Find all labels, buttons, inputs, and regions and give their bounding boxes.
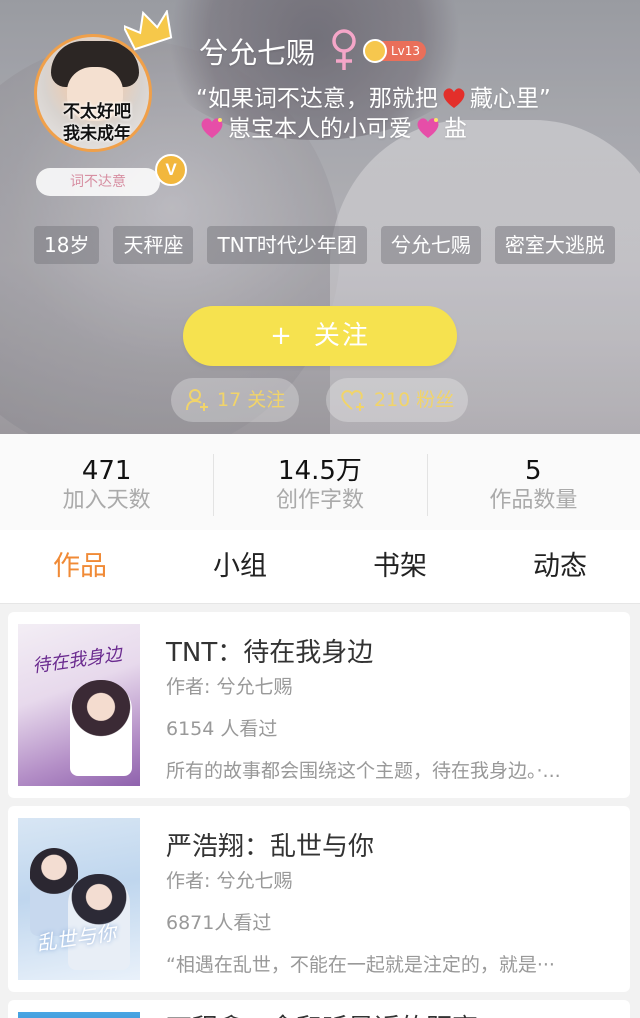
bio-line2-part1: 崽宝本人的小可爱 [228, 116, 412, 142]
work-description: “相遇在乱世，不能在一起就是注定的，就是··· [166, 954, 555, 976]
bio-line1-part1: “如果词不达意，那就把 [196, 86, 438, 112]
work-cover[interactable]: 待在我身边 [18, 624, 140, 786]
tab-activity[interactable]: 动态 [480, 530, 640, 603]
bio-line1-part2: 藏心里” [469, 86, 551, 112]
signature-pill[interactable]: 词不达意 [36, 168, 160, 196]
work-title[interactable]: TNT：待在我身边 [166, 632, 373, 669]
female-icon [332, 29, 356, 70]
follow-button[interactable]: + 关注 [183, 306, 457, 366]
stats-bar: 471 加入天数 14.5万 创作字数 5 作品数量 [0, 434, 640, 530]
bio-line2-part2: 盐 [444, 116, 467, 142]
avatar-caption-line1: 不太好吧 [63, 102, 131, 122]
fans-count: 210 粉丝 [374, 389, 455, 411]
tag-group[interactable]: TNT时代少年团 [207, 226, 367, 264]
stat-value: 5 [525, 456, 542, 486]
tag-nickname[interactable]: 兮允七赐 [380, 226, 481, 264]
work-cover[interactable]: 乱世与你 [18, 818, 140, 980]
work-title[interactable]: 丁程鑫：念和听是近的距离 [166, 1008, 478, 1018]
stat-label: 作品数量 [489, 488, 578, 513]
avatar-caption-line2: 我未成年 [63, 124, 131, 144]
tag-zodiac[interactable]: 天秤座 [113, 226, 194, 264]
work-author: 作者: 兮允七赐 [166, 870, 293, 892]
work-card[interactable]: 乱世与你 严浩翔：乱世与你 作者: 兮允七赐 6871人看过 “相遇在乱世，不能… [8, 806, 630, 992]
level-crown-icon [363, 39, 387, 63]
work-views: 6154 人看过 [166, 718, 278, 740]
bio: “如果词不达意，那就把 藏心里” 崽宝本人的小可爱 盐 [196, 84, 616, 144]
work-description: 所有的故事都会围绕这个主题，待在我身边。·... [166, 760, 561, 782]
follow-button-label: 关注 [313, 321, 370, 351]
stat-label: 创作字数 [275, 488, 364, 513]
work-title[interactable]: 严浩翔：乱世与你 [166, 826, 374, 863]
works-list: 待在我身边 TNT：待在我身边 作者: 兮允七赐 6154 人看过 所有的故事都… [0, 604, 640, 1018]
stat-value: 14.5万 [278, 456, 362, 486]
work-views: 6871人看过 [166, 912, 272, 934]
stat-value: 471 [81, 456, 132, 486]
profile-header: 不太好吧 我未成年 V 词不达意 兮允七赐 Lv13 “如果词不达意，那就把 藏心… [0, 0, 640, 434]
user-plus-icon [186, 389, 208, 411]
level-text: Lv13 [381, 41, 427, 61]
heart-plus-icon [341, 390, 364, 411]
plus-icon: + [270, 321, 294, 351]
level-badge: Lv13 [363, 39, 427, 63]
following-count: 17 关注 [217, 389, 286, 411]
sparkling-heart-icon [201, 118, 223, 138]
sparkling-heart-icon [417, 118, 439, 138]
tab-groups[interactable]: 小组 [160, 530, 320, 603]
stat-days-joined: 471 加入天数 [0, 434, 213, 530]
profile-tabs: 作品 小组 书架 动态 [0, 530, 640, 604]
stat-label: 加入天数 [62, 488, 151, 513]
stat-works-count: 5 作品数量 [426, 434, 640, 530]
tag-list: 18岁 天秤座 TNT时代少年团 兮允七赐 密室大逃脱 [34, 226, 615, 264]
cover-figure [70, 680, 132, 776]
work-cover[interactable] [18, 1012, 140, 1018]
work-author: 作者: 兮允七赐 [166, 676, 293, 698]
stat-word-count: 14.5万 创作字数 [213, 434, 426, 530]
tag-hobby[interactable]: 密室大逃脱 [494, 226, 615, 264]
work-card[interactable]: 待在我身边 TNT：待在我身边 作者: 兮允七赐 6154 人看过 所有的故事都… [8, 612, 630, 798]
tag-age[interactable]: 18岁 [34, 226, 100, 264]
following-count-button[interactable]: 17 关注 [171, 378, 299, 422]
crown-icon [124, 10, 173, 51]
red-heart-icon [443, 88, 465, 108]
fans-count-button[interactable]: 210 粉丝 [326, 378, 468, 422]
nickname: 兮允七赐 [199, 36, 316, 70]
tab-bookshelf[interactable]: 书架 [320, 530, 480, 603]
cover-title-art: 待在我身边 [31, 643, 124, 678]
avatar-caption: 不太好吧 我未成年 [45, 101, 149, 145]
work-card[interactable]: 丁程鑫：念和听是近的距离 [8, 1000, 630, 1018]
tab-works[interactable]: 作品 [0, 530, 160, 603]
